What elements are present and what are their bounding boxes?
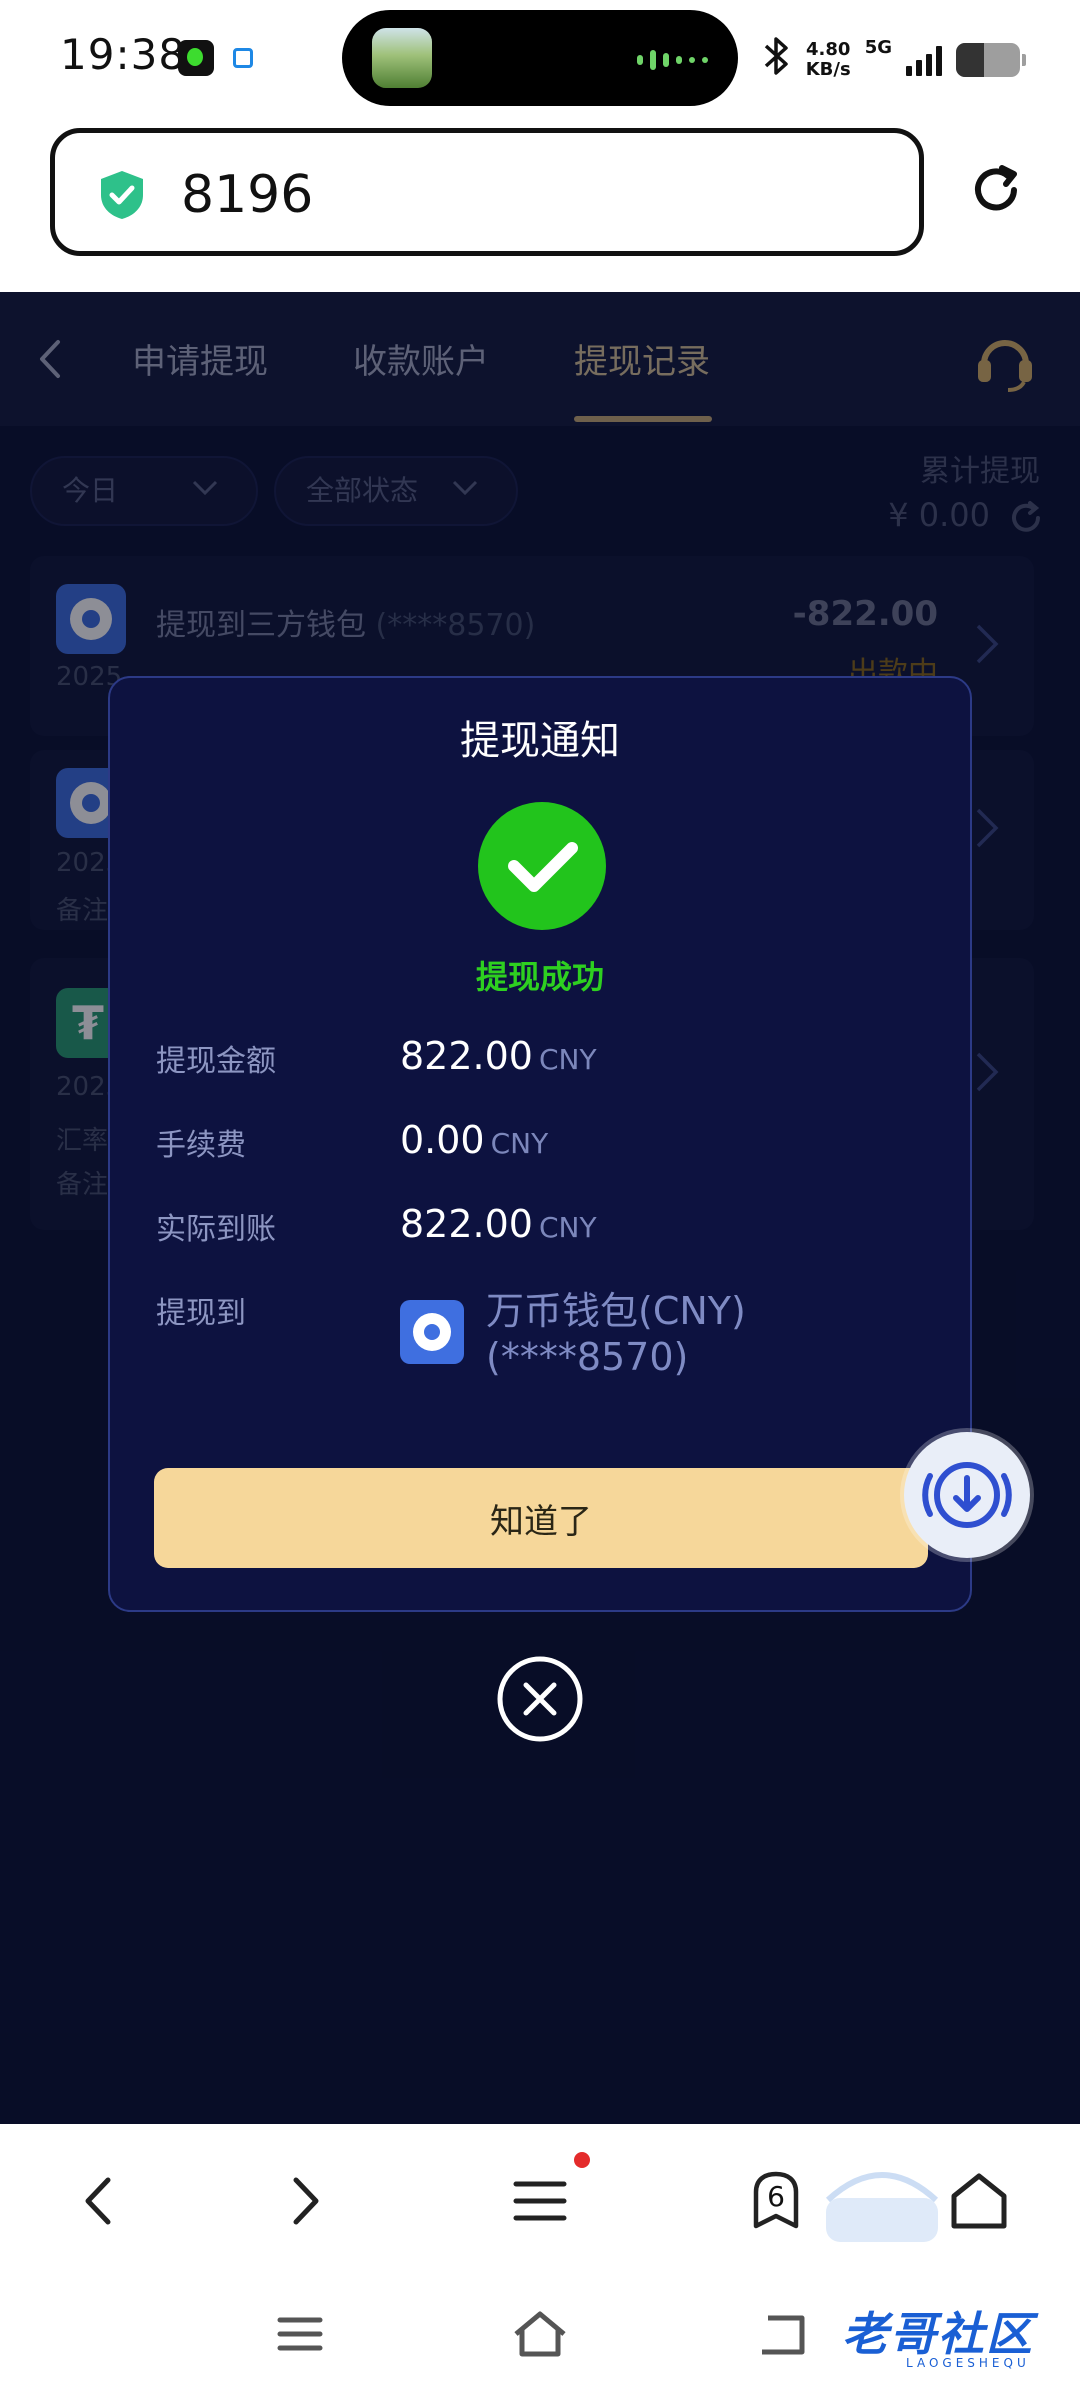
fee-number: 0.00 — [400, 1118, 485, 1162]
actual-received-value: 822.00 CNY — [400, 1202, 597, 1246]
success-check-icon — [478, 802, 606, 930]
audio-wave-icon — [637, 50, 708, 70]
recent-apps-icon[interactable] — [270, 2306, 330, 2362]
status-bar: 19:38 4.80 KB/s 5G — [0, 0, 1080, 120]
actual-received-number: 822.00 — [400, 1202, 533, 1246]
watermark-goggles-icon — [825, 2172, 939, 2242]
wallet-logo-icon — [400, 1300, 464, 1364]
withdraw-notification-dialog: 提现通知 提现成功 提现金额 822.00 CNY 手续费 0.00 CNY 实际到… — [108, 676, 972, 1612]
fee-value: 0.00 CNY — [400, 1118, 548, 1162]
address-bar[interactable]: 8196 — [50, 128, 924, 256]
fee-label: 手续费 — [156, 1128, 246, 1163]
floating-download-button[interactable] — [904, 1432, 1030, 1558]
actual-received-label: 实际到账 — [156, 1212, 276, 1247]
notification-dot — [574, 2152, 590, 2168]
close-dialog-button[interactable] — [496, 1655, 584, 1743]
shield-check-icon — [101, 171, 143, 219]
network-speed: 4.80 KB/s — [805, 38, 851, 80]
got-it-button[interactable]: 知道了 — [154, 1468, 928, 1568]
system-back-icon[interactable] — [752, 2306, 812, 2362]
status-indicators: 4.80 KB/s 5G — [762, 36, 1026, 83]
music-app-icon — [178, 40, 214, 76]
wallet-name-line2: (****8570) — [486, 1335, 689, 1379]
status-time: 19:38 — [60, 30, 187, 79]
home-icon[interactable] — [944, 2166, 1014, 2236]
reload-icon[interactable] — [966, 160, 1026, 220]
network-speed-value: 4.80 — [805, 38, 851, 60]
dialog-title: 提现通知 — [460, 718, 620, 764]
tab-count: 6 — [767, 2180, 785, 2213]
bluetooth-icon — [762, 36, 792, 83]
withdraw-amount-label: 提现金额 — [156, 1044, 276, 1079]
signal-icon — [906, 44, 942, 76]
url-text[interactable]: 8196 — [181, 165, 313, 225]
watermark-text: 老哥社区 — [842, 2307, 1034, 2361]
wallet-name-line1: 万币钱包(CNY) — [486, 1289, 746, 1333]
battery-icon — [956, 42, 1026, 77]
withdraw-to-label: 提现到 — [156, 1296, 246, 1331]
back-nav-icon[interactable] — [64, 2166, 134, 2236]
watermark-subtext: LAOGESHEQU — [906, 2356, 1030, 2370]
network-speed-unit: KB/s — [805, 58, 851, 80]
menu-icon[interactable] — [506, 2166, 576, 2236]
success-text: 提现成功 — [475, 958, 604, 996]
notification-app-icon — [233, 48, 253, 68]
download-signal-icon — [922, 1462, 1012, 1528]
currency-unit: CNY — [538, 1043, 597, 1076]
forward-nav-icon[interactable] — [270, 2166, 340, 2236]
wallet-name: 万币钱包(CNY) (****8570) — [486, 1288, 746, 1380]
dynamic-island[interactable] — [342, 10, 738, 106]
network-type: 5G — [864, 37, 892, 58]
withdraw-amount-number: 822.00 — [400, 1034, 533, 1078]
media-thumbnail — [372, 28, 432, 88]
currency-unit: CNY — [490, 1127, 549, 1160]
withdraw-amount-value: 822.00 CNY — [400, 1034, 597, 1078]
system-home-icon[interactable] — [510, 2306, 570, 2362]
currency-unit: CNY — [538, 1211, 597, 1244]
